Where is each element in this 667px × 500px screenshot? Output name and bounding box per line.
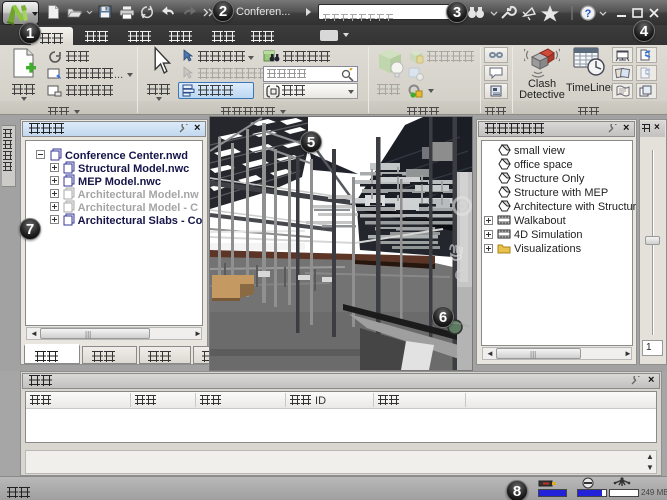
svg-text:?: ?: [585, 8, 592, 20]
